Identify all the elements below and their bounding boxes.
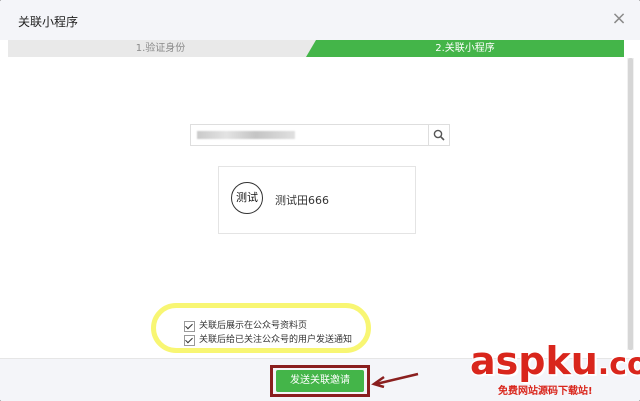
annotation-arrow-icon <box>371 372 419 388</box>
close-icon[interactable]: × <box>610 10 628 28</box>
step-link-mini-program: 2.关联小程序 <box>306 40 624 57</box>
mini-program-avatar: 测试 <box>231 182 263 214</box>
link-mini-program-dialog: 关联小程序 × 1.验证身份 2.关联小程序 测试 测试田666 关联后展示在公… <box>0 0 640 401</box>
mini-program-name: 测试田666 <box>275 194 329 207</box>
dialog-title: 关联小程序 <box>18 15 79 29</box>
blurred-search-value <box>197 131 295 139</box>
step-indicator: 1.验证身份 2.关联小程序 <box>8 40 624 57</box>
step-verify-identity: 1.验证身份 <box>135 43 186 54</box>
notify-followers-checkbox[interactable] <box>184 335 195 346</box>
show-on-profile-checkbox[interactable] <box>184 321 195 332</box>
show-on-profile-label: 关联后展示在公众号资料页 <box>199 321 308 331</box>
notify-followers-label: 关联后给已关注公众号的用户发送通知 <box>199 335 353 345</box>
scrollbar[interactable] <box>627 58 634 350</box>
search-input[interactable] <box>190 124 450 146</box>
search-button[interactable] <box>428 125 449 145</box>
dialog-header: 关联小程序 × <box>0 0 640 40</box>
scrollbar-thumb[interactable] <box>628 58 633 350</box>
search-icon <box>433 129 445 141</box>
send-invitation-button[interactable]: 发送关联邀请 <box>276 370 364 392</box>
mini-program-card[interactable]: 测试 测试田666 <box>218 166 416 234</box>
